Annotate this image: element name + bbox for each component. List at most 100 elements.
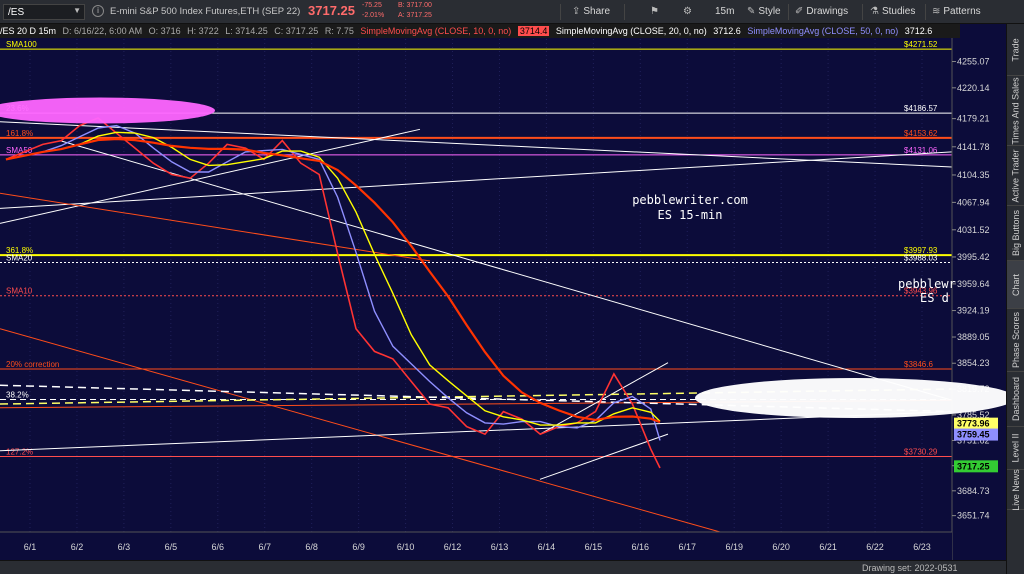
studies-button[interactable]: ⚗ Studies: [870, 4, 915, 20]
level-label: SMA100: [6, 40, 37, 49]
level-price-label: $4186.57: [904, 104, 938, 113]
time-tick-label: 6/9: [352, 542, 365, 552]
settings-button[interactable]: ⚙: [683, 4, 695, 20]
tab-label: Active Trader: [1011, 148, 1021, 203]
separator: [560, 4, 561, 20]
trendline: [539, 362, 669, 435]
patterns-button[interactable]: ≋ Patterns: [932, 4, 981, 20]
drawings-button[interactable]: ✐ Drawings: [795, 4, 848, 20]
share-button[interactable]: ⇪ Share: [572, 4, 610, 20]
separator: [925, 4, 926, 20]
time-tick-label: 6/3: [118, 542, 131, 552]
moving-average-line: [5, 137, 661, 424]
chart-area[interactable]: SMA100$4271.5223.6%$4186.57161.8%$4153.6…: [0, 24, 1006, 560]
trendline: [0, 192, 431, 262]
price-tick-label: 4179.21: [957, 114, 990, 124]
price-tick-label: 4220.14: [957, 83, 990, 93]
flag-button[interactable]: ⚑: [650, 4, 662, 20]
studies-label: Studies: [881, 6, 916, 17]
tab-label: Trade: [1011, 37, 1021, 62]
bid-ask-block: B: 3717.00 A: 3717.25: [398, 1, 432, 21]
bid-value: B: 3717.00: [398, 2, 432, 9]
highlight-ellipse: [0, 97, 215, 124]
price-badge-label: 3773.96: [957, 419, 990, 429]
price-tick-label: 3854.23: [957, 358, 990, 368]
study-sma20-label[interactable]: SimpleMovingAvg (CLOSE, 20, 0, no): [556, 26, 707, 36]
tab-times-and-sales[interactable]: Times And Sales: [1007, 76, 1024, 146]
price-tick-label: 4031.52: [957, 225, 990, 235]
change-block: -75.25 -2.01%: [362, 1, 384, 21]
tab-live-news[interactable]: Live News: [1007, 469, 1024, 510]
annotation-timeframe: ES 15-min: [657, 208, 722, 222]
tab-trade[interactable]: Trade: [1007, 24, 1024, 76]
dropdown-icon[interactable]: ▼: [73, 6, 81, 15]
tab-chart[interactable]: Chart: [1007, 261, 1024, 309]
tab-phase-scores[interactable]: Phase Scores: [1007, 309, 1024, 372]
annotation-site: pebblewriter.com: [632, 193, 748, 207]
price-badge-label: 3717.25: [957, 461, 990, 471]
price-series: [5, 117, 661, 469]
level-label: 127.2%: [6, 448, 33, 457]
tab-label: Big Buttons: [1011, 209, 1021, 257]
trendline: [59, 140, 953, 401]
patterns-label: Patterns: [943, 6, 981, 17]
share-icon: ⇪: [572, 6, 581, 17]
study-sma50-label[interactable]: SimpleMovingAvg (CLOSE, 50, 0, no): [747, 26, 898, 36]
time-tick-label: 6/1: [24, 542, 37, 552]
style-button[interactable]: ✎ Style: [747, 4, 781, 20]
price-tick-label: 3995.42: [957, 252, 990, 262]
time-axis-background: [0, 532, 952, 560]
level-price-label: $3988.03: [904, 254, 938, 263]
tab-big-buttons[interactable]: Big Buttons: [1007, 206, 1024, 261]
style-icon: ✎: [747, 6, 756, 17]
level-price-label: $3846.6: [904, 360, 933, 369]
price-tick-label: 4067.94: [957, 197, 990, 207]
trendline: [0, 151, 953, 209]
price-badge-label: 3759.45: [957, 430, 990, 440]
tab-level-ii[interactable]: Level II: [1007, 427, 1024, 470]
tab-label: Dashboard: [1011, 376, 1021, 422]
time-axis: 6/1 6/2 6/3 6/5 6/6 6/7 6/8 6/9 6/10 6/12 6/13 6/14…: [0, 531, 952, 560]
ask-value: A: 3717.25: [398, 12, 432, 19]
trendline: [0, 128, 421, 224]
level-price-label: $4271.52: [904, 40, 938, 49]
header-date: D: 6/16/22, 6:00 AM: [62, 26, 143, 36]
price-tick-label: 3959.64: [957, 279, 990, 289]
symbol-input[interactable]: /ES ▼: [3, 4, 85, 20]
study-sma10-value: 3714.4: [517, 26, 550, 36]
chart-window: /ES ▼ i E-mini S&P 500 Index Futures,ETH…: [0, 0, 1024, 574]
style-label: Style: [758, 6, 781, 17]
timeframe-button[interactable]: 15m: [715, 4, 734, 20]
tab-label: Times And Sales: [1011, 76, 1022, 145]
level-label: 38.2%: [6, 391, 29, 400]
price-chart[interactable]: SMA100$4271.5223.6%$4186.57161.8%$4153.6…: [0, 24, 1006, 560]
time-tick-label: 6/20: [772, 542, 790, 552]
tab-dashboard[interactable]: Dashboard: [1007, 372, 1024, 427]
time-tick-label: 6/5: [165, 542, 178, 552]
header-low: L: 3714.25: [225, 26, 268, 36]
time-tick-label: 6/16: [632, 542, 650, 552]
time-tick-label: 6/22: [866, 542, 884, 552]
header-high: H: 3722: [187, 26, 219, 36]
tab-label: Phase Scores: [1011, 311, 1021, 369]
time-tick-label: 6/21: [819, 542, 837, 552]
change-percent: -2.01%: [362, 12, 385, 19]
toolbar: /ES ▼ i E-mini S&P 500 Index Futures,ETH…: [0, 0, 1024, 24]
price-tick-label: 4141.78: [957, 142, 990, 152]
drawing-set-label[interactable]: Drawing set: 2022-0531: [862, 562, 958, 574]
time-tick-label: 6/13: [491, 542, 509, 552]
level-label: SMA20: [6, 254, 33, 263]
flag-icon: ⚑: [650, 6, 659, 17]
bottom-bar: Drawing set: 2022-0531: [0, 560, 1006, 574]
price-axis: 4255.07 4220.14 4179.21 4141.78 4104.35 4067.…: [951, 24, 1006, 560]
gear-icon: ⚙: [683, 6, 692, 17]
study-sma10-label[interactable]: SimpleMovingAvg (CLOSE, 10, 0, no): [360, 26, 511, 36]
info-icon[interactable]: i: [92, 5, 104, 17]
header-symbol[interactable]: /ES 20 D 15m: [0, 26, 56, 36]
separator: [624, 4, 625, 20]
separator: [862, 4, 863, 20]
studies-icon: ⚗: [870, 6, 879, 17]
tab-active-trader[interactable]: Active Trader: [1007, 146, 1024, 206]
trendlines: [0, 121, 953, 544]
price-axis-background: [952, 24, 1006, 560]
